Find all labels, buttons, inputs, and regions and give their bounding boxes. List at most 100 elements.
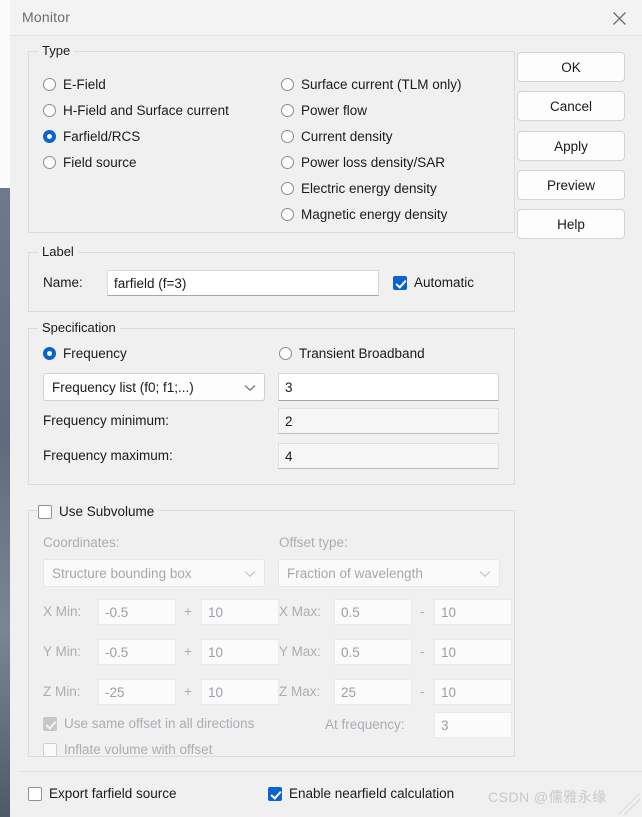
chevron-down-icon: [244, 380, 256, 395]
watermark-text: CSDN @儒雅永缘: [488, 789, 607, 805]
frequency-minimum-label: Frequency minimum:: [43, 413, 170, 428]
radio-indicator: [43, 78, 56, 91]
radio-power-flow[interactable]: Power flow: [281, 103, 367, 118]
name-label: Name:: [43, 275, 83, 290]
radio-electric-energy-density[interactable]: Electric energy density: [281, 181, 437, 196]
checkbox-indicator: [43, 742, 57, 757]
specification-group: Specification Frequency Transient Broadb…: [28, 320, 515, 485]
monitor-dialog: Monitor Type E-Field H-Field and Surface…: [0, 0, 642, 817]
x-max-input[interactable]: 0.5: [334, 599, 412, 625]
z-min-input[interactable]: -25: [98, 679, 176, 705]
z-max-input[interactable]: 25: [334, 679, 412, 705]
at-frequency-input[interactable]: 3: [434, 712, 512, 738]
background-window-strip: [0, 0, 10, 817]
frequency-maximum-input[interactable]: 4: [278, 443, 499, 469]
coordinates-combobox[interactable]: Structure bounding box: [43, 559, 265, 587]
radio-h-field-and-surface-current[interactable]: H-Field and Surface current: [43, 103, 229, 118]
radio-label: Magnetic energy density: [301, 207, 448, 222]
radio-frequency[interactable]: Frequency: [43, 346, 127, 361]
z-min-operator: +: [184, 684, 192, 699]
x-min-value: -0.5: [105, 604, 129, 620]
close-icon[interactable]: [596, 0, 642, 36]
frequency-mode-value: Frequency list (f0; f1;...): [52, 379, 194, 395]
z-max-value: 25: [341, 684, 357, 700]
offset-type-value: Fraction of wavelength: [287, 565, 423, 581]
frequency-mode-combobox[interactable]: Frequency list (f0; f1;...): [43, 373, 265, 401]
radio-indicator: [281, 208, 294, 221]
radio-transient-broadband[interactable]: Transient Broadband: [279, 346, 425, 361]
subvolume-group-legend: Use Subvolume: [38, 502, 159, 520]
window-title: Monitor: [22, 9, 71, 25]
automatic-label: Automatic: [414, 275, 475, 290]
radio-field-source[interactable]: Field source: [43, 155, 137, 170]
y-max-operator: -: [420, 644, 425, 659]
preview-button-label: Preview: [546, 177, 595, 193]
ok-button-label: OK: [561, 59, 581, 75]
radio-indicator: [281, 182, 294, 195]
dialog-client-area: Type E-Field H-Field and Surface current…: [10, 36, 642, 817]
radio-indicator: [43, 104, 56, 117]
at-frequency-value: 3: [441, 717, 449, 733]
x-min-operator: +: [184, 604, 192, 619]
enable-nearfield-calculation-checkbox[interactable]: Enable nearfield calculation: [268, 786, 454, 801]
y-max-offset-input[interactable]: 10: [434, 639, 512, 665]
radio-label: Frequency: [63, 346, 127, 361]
radio-indicator: [279, 347, 292, 360]
x-min-input[interactable]: -0.5: [98, 599, 176, 625]
background-strip-light: [0, 0, 10, 188]
z-max-label: Z Max:: [279, 684, 321, 699]
z-min-value: -25: [105, 684, 125, 700]
z-max-offset-input[interactable]: 10: [434, 679, 512, 705]
watermark-corner-mark: [618, 793, 640, 815]
x-max-offset-value: 10: [441, 604, 457, 620]
checkbox-indicator: [28, 786, 42, 801]
radio-label: Power flow: [301, 103, 368, 118]
automatic-checkbox[interactable]: Automatic: [393, 275, 474, 290]
offset-type-combobox[interactable]: Fraction of wavelength: [278, 559, 500, 587]
name-input[interactable]: farfield (f=3): [107, 270, 379, 296]
y-max-label: Y Max:: [279, 644, 321, 659]
help-button[interactable]: Help: [517, 209, 625, 239]
offset-type-label: Offset type:: [279, 535, 348, 550]
radio-power-loss-density-sar[interactable]: Power loss density/SAR: [281, 155, 445, 170]
z-min-offset-input[interactable]: 10: [201, 679, 279, 705]
name-input-value: farfield (f=3): [114, 275, 187, 291]
y-min-input[interactable]: -0.5: [98, 639, 176, 665]
apply-button[interactable]: Apply: [517, 131, 625, 161]
export-farfield-source-checkbox[interactable]: Export farfield source: [28, 786, 177, 801]
frequency-minimum-value: 2: [285, 413, 293, 429]
apply-button-label: Apply: [554, 138, 588, 154]
radio-farfield-rcs[interactable]: Farfield/RCS: [43, 129, 140, 144]
use-same-offset-label: Use same offset in all directions: [64, 716, 255, 731]
radio-label: Field source: [63, 155, 137, 170]
y-max-input[interactable]: 0.5: [334, 639, 412, 665]
x-max-offset-input[interactable]: 10: [434, 599, 512, 625]
z-min-offset-value: 10: [208, 684, 224, 700]
use-same-offset-checkbox[interactable]: Use same offset in all directions: [43, 716, 254, 731]
subvolume-group: Use Subvolume Coordinates: Offset type: …: [28, 502, 515, 757]
y-min-offset-input[interactable]: 10: [201, 639, 279, 665]
preview-button[interactable]: Preview: [517, 170, 625, 200]
radio-label: E-Field: [63, 77, 106, 92]
inflate-volume-checkbox[interactable]: Inflate volume with offset: [43, 742, 212, 757]
x-min-offset-input[interactable]: 10: [201, 599, 279, 625]
z-min-label: Z Min:: [43, 684, 81, 699]
radio-magnetic-energy-density[interactable]: Magnetic energy density: [281, 207, 447, 222]
radio-e-field[interactable]: E-Field: [43, 77, 106, 92]
radio-label: Farfield/RCS: [63, 129, 141, 144]
radio-indicator: [281, 104, 294, 117]
cancel-button[interactable]: Cancel: [517, 91, 625, 121]
checkbox-indicator: [38, 504, 52, 519]
ok-button[interactable]: OK: [517, 52, 625, 82]
frequency-list-input[interactable]: 3: [278, 373, 499, 401]
x-max-operator: -: [420, 604, 425, 619]
radio-surface-current-tlm-only[interactable]: Surface current (TLM only): [281, 77, 462, 92]
y-min-operator: +: [184, 644, 192, 659]
use-subvolume-checkbox[interactable]: Use Subvolume: [38, 504, 154, 519]
inflate-volume-label: Inflate volume with offset: [64, 742, 213, 757]
checkbox-indicator: [43, 716, 57, 731]
frequency-minimum-input[interactable]: 2: [278, 408, 499, 434]
help-button-label: Help: [557, 216, 585, 232]
title-bar: Monitor: [10, 0, 642, 36]
radio-current-density[interactable]: Current density: [281, 129, 393, 144]
